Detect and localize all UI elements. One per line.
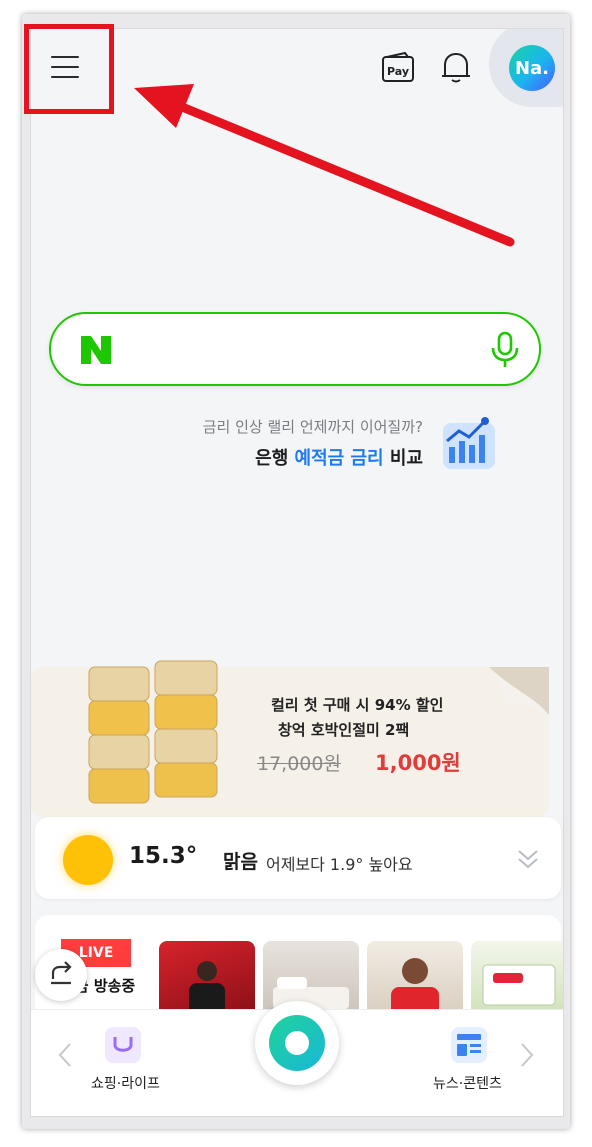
weather-compare-text: 어제보다 1.9° 높아요: [265, 855, 413, 874]
shopping-bag-icon[interactable]: [103, 1025, 143, 1065]
ad-original-price: 17,000원: [257, 753, 341, 775]
chevron-left-icon[interactable]: [57, 1041, 73, 1069]
pay-icon[interactable]: Pay: [381, 51, 415, 83]
live-thumbnail[interactable]: [159, 941, 255, 1017]
search-bar[interactable]: [49, 312, 541, 386]
promo-title-suffix: 비교: [383, 448, 423, 469]
rice-cake-image: [85, 657, 225, 817]
annotation-highlight-box: [24, 24, 114, 114]
promo-title-prefix: 은행: [255, 448, 295, 469]
promo-subtitle[interactable]: 금리 인상 랠리 언제까지 이어질까?: [203, 416, 423, 437]
chevron-down-icon[interactable]: [515, 845, 541, 873]
microphone-icon[interactable]: [487, 330, 523, 370]
annotation-arrow: [134, 84, 515, 247]
weather-condition: 맑음: [223, 851, 258, 873]
ad-product-name: 창억 호박인절미 2팩: [278, 721, 410, 739]
page-curl-decoration: [489, 667, 549, 727]
nav-news-content[interactable]: 뉴스·콘텐츠: [433, 1073, 502, 1093]
ad-headline: 컬리 첫 구매 시 94% 할인: [271, 696, 444, 714]
refresh-icon[interactable]: [35, 949, 87, 1001]
pay-text: Pay: [387, 65, 409, 78]
promo-title-highlight: 예적금 금리: [294, 448, 384, 469]
weather-comparison: 맑음 어제보다 1.9° 높아요: [223, 849, 413, 876]
promo-title[interactable]: 은행 예적금 금리 비교: [255, 444, 423, 470]
nav-shopping-life[interactable]: 쇼핑·라이프: [91, 1073, 160, 1093]
naver-logo: [79, 334, 113, 366]
weather-temperature: 15.3°: [129, 843, 198, 869]
chevron-right-icon[interactable]: [519, 1041, 535, 1069]
chart-icon: [435, 413, 505, 473]
green-dot-button[interactable]: [255, 1001, 339, 1085]
weather-card[interactable]: 15.3° 맑음 어제보다 1.9° 높아요: [35, 817, 561, 899]
sun-icon: [63, 835, 113, 885]
live-thumbnail[interactable]: [367, 941, 463, 1017]
live-thumbnail[interactable]: [471, 941, 563, 1017]
ad-sale-price: 1,000원: [375, 751, 461, 775]
green-dot-center: [285, 1031, 309, 1055]
news-icon[interactable]: [449, 1025, 489, 1065]
